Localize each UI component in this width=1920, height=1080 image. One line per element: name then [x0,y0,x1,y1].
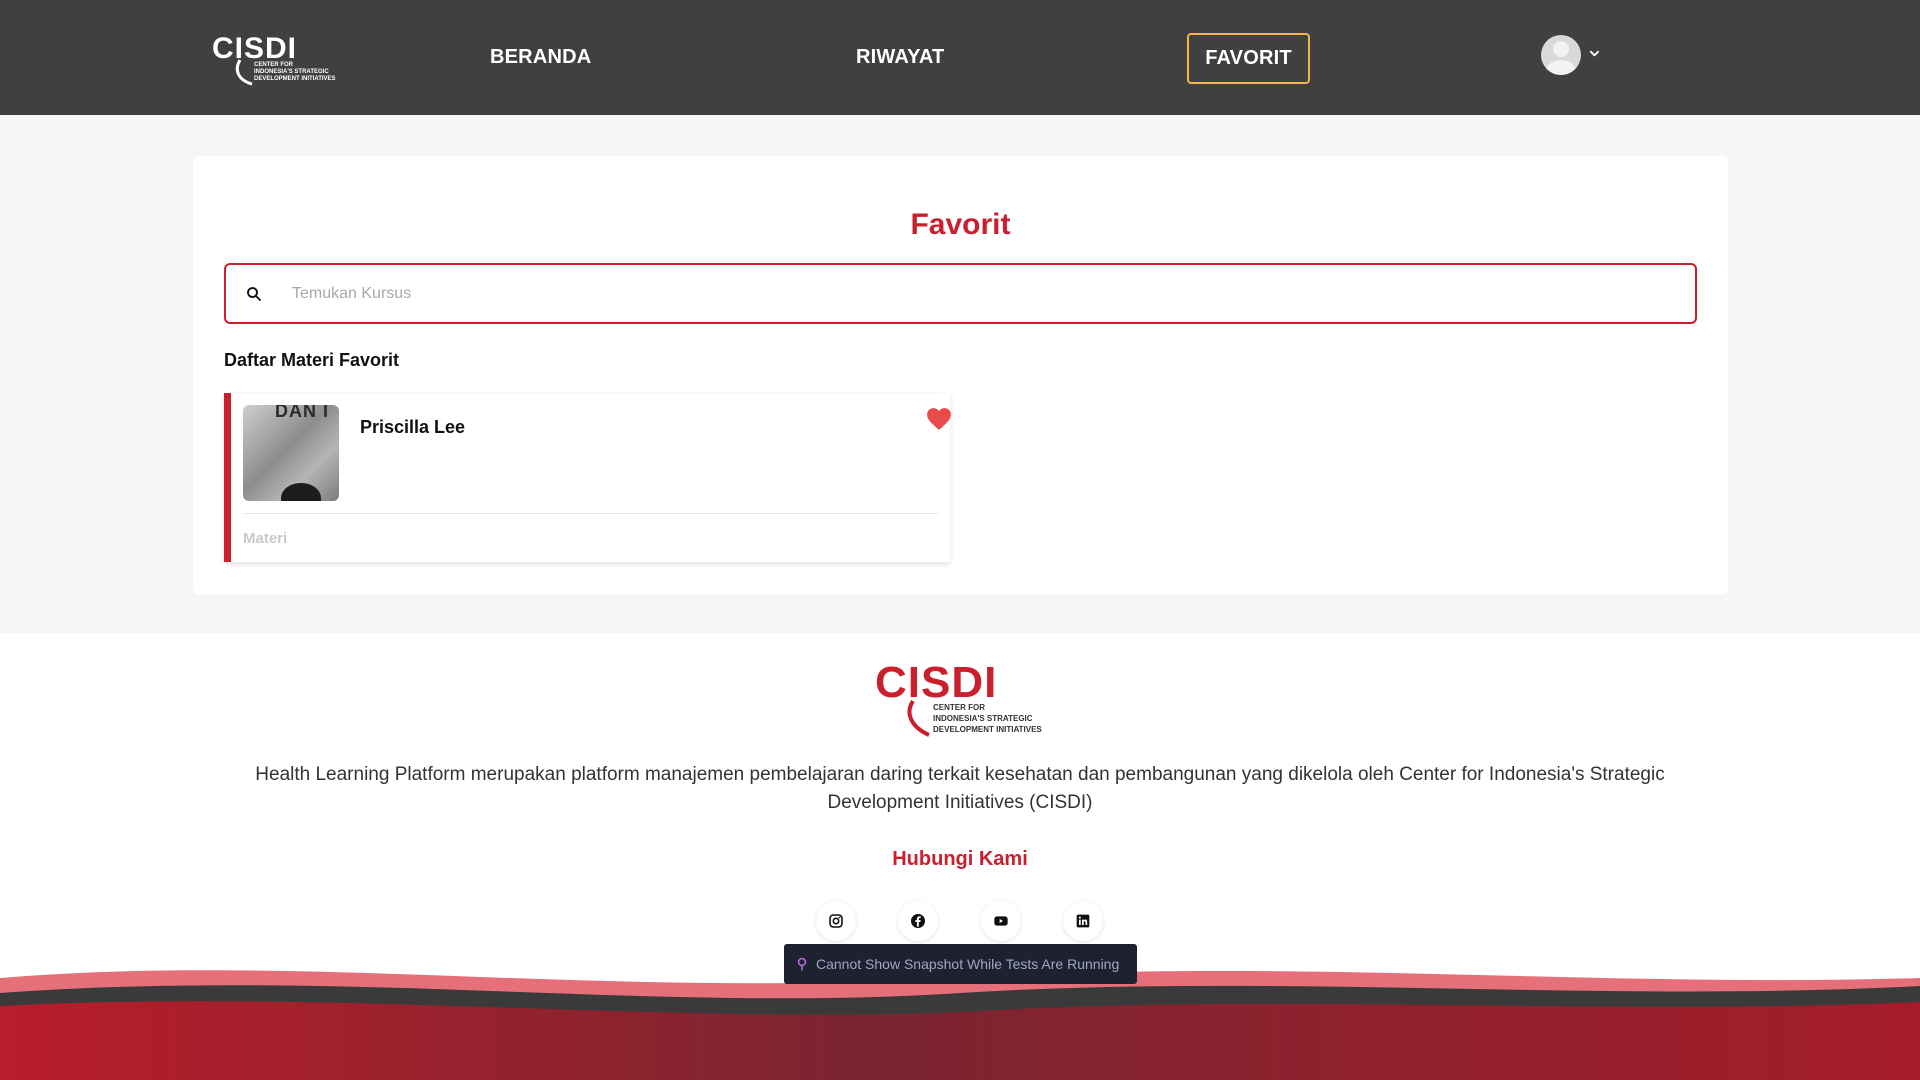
svg-text:INDONESIA'S STRATEGIC: INDONESIA'S STRATEGIC [933,714,1033,723]
facebook-icon[interactable] [898,901,938,941]
favorite-card-title[interactable]: Priscilla Lee [360,417,465,438]
footer-description: Health Learning Platform merupakan platf… [255,764,1665,813]
favorite-card[interactable]: DAN I Priscilla Lee Materi [224,393,952,562]
nav-riwayat[interactable]: RIWAYAT [856,46,944,69]
linkedin-icon[interactable] [1063,901,1103,941]
svg-text:CENTER FOR: CENTER FOR [254,62,294,68]
heart-icon[interactable] [926,407,952,431]
tooltip-text: Cannot Show Snapshot While Tests Are Run… [816,956,1120,972]
snapshot-tooltip: Cannot Show Snapshot While Tests Are Run… [784,944,1137,984]
search-box[interactable] [224,263,1697,324]
top-navbar: CISDI CENTER FOR INDONESIA'S STRATEGIC D… [0,0,1920,115]
search-input[interactable] [292,279,1672,309]
footer-logo-word: CISDI [875,658,997,707]
favorites-panel: Favorit Daftar Materi Favorit DAN I Pris… [193,156,1728,594]
chevron-down-icon[interactable] [1589,48,1600,59]
instagram-icon[interactable] [816,901,856,941]
avatar-shoulders [1546,60,1576,75]
cisdi-logo[interactable]: CISDI CENTER FOR INDONESIA'S STRATEGIC D… [212,30,337,86]
section-label: Daftar Materi Favorit [224,350,400,370]
contact-title: Hubungi Kami [892,848,1028,870]
pin-icon [797,957,807,971]
favorite-card-type: Materi [243,530,288,547]
course-thumbnail[interactable]: DAN I [243,405,339,501]
search-icon [247,287,261,301]
logo-word: CISDI [212,32,297,65]
youtube-icon[interactable] [981,901,1021,941]
svg-text:INDONESIA'S STRATEGIC: INDONESIA'S STRATEGIC [254,69,329,75]
card-divider [243,513,938,514]
avatar-head [1553,41,1569,57]
svg-text:DEVELOPMENT INITIATIVES: DEVELOPMENT INITIATIVES [254,76,336,82]
user-avatar-icon[interactable] [1541,35,1581,75]
page-title: Favorit [910,208,1011,241]
svg-text:DEVELOPMENT INITIATIVES: DEVELOPMENT INITIATIVES [933,725,1042,734]
nav-favorit[interactable]: FAVORIT [1187,33,1310,84]
cisdi-footer-logo: CISDI CENTER FOR INDONESIA'S STRATEGIC D… [875,658,1042,737]
thumbnail-text: DAN I [275,405,329,421]
nav-beranda[interactable]: BERANDA [490,46,591,69]
footer: CISDI CENTER FOR INDONESIA'S STRATEGIC D… [0,633,1920,1080]
thumbnail-shape [281,483,321,501]
svg-text:CENTER FOR: CENTER FOR [933,703,985,712]
